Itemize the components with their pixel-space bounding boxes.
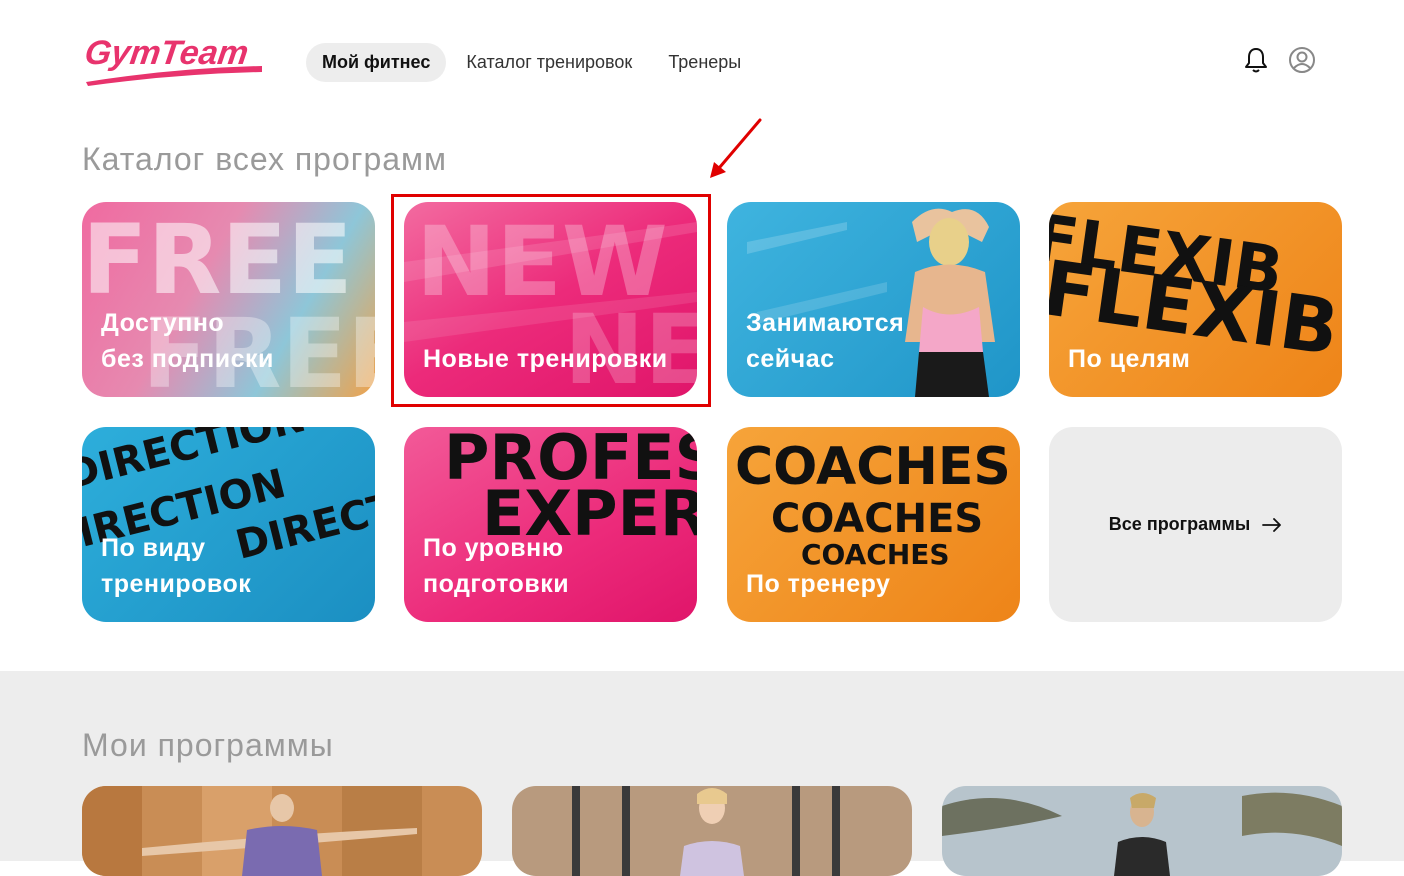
card-goals-label: По целям: [1068, 345, 1191, 373]
nav-coaches[interactable]: Тренеры: [652, 43, 757, 82]
card-coach[interactable]: COACHES COACHES COACHES По тренеру: [727, 427, 1020, 622]
nav-my-fitness[interactable]: Мой фитнес: [306, 43, 447, 82]
card-now-training[interactable]: Занимаются сейчас: [727, 202, 1020, 397]
card-new-label: Новые тренировки: [423, 345, 668, 373]
card-all-programs[interactable]: Все программы: [1049, 427, 1342, 622]
annotation-arrow-icon: [710, 118, 762, 178]
header: GymTeam Мой фитнес Каталог тренировок Тр…: [0, 0, 1404, 120]
program-card-image: [942, 786, 1342, 876]
svg-text:GymTeam: GymTeam: [84, 34, 251, 72]
card-now-label: Занимаются сейчас: [746, 309, 905, 373]
main-nav: Мой фитнес Каталог тренировок Тренеры: [306, 43, 757, 82]
catalog-title: Каталог всех программ: [82, 141, 448, 177]
card-coach-bg-word-3: COACHES: [801, 538, 950, 571]
all-programs-link[interactable]: Все программы: [1109, 514, 1282, 535]
card-coach-label: По тренеру: [746, 570, 891, 598]
gymteam-logo[interactable]: GymTeam: [82, 32, 266, 88]
card-goals[interactable]: FLEXIB FLEXIB По целям: [1049, 202, 1342, 397]
program-card-image: [82, 786, 482, 876]
arrow-right-icon: [1262, 517, 1282, 532]
card-level-label: По уровню подготовки: [423, 534, 570, 598]
all-programs-label: Все программы: [1108, 514, 1251, 534]
gymteam-logo-graphic: GymTeam: [82, 34, 262, 86]
card-coach-bg-word-2: COACHES: [771, 496, 984, 542]
card-free-label: Доступно без подписки: [101, 309, 274, 373]
program-card-image: [512, 786, 912, 876]
nav-catalog[interactable]: Каталог тренировок: [450, 43, 648, 82]
card-new[interactable]: NEW NEW Новые тренировки: [404, 202, 697, 397]
program-card[interactable]: [942, 786, 1342, 876]
my-programs-section: Мои программы: [0, 671, 1404, 876]
program-card[interactable]: [82, 786, 482, 876]
card-free[interactable]: FREE FREE Доступно без подписки: [82, 202, 375, 397]
user-icon[interactable]: [1288, 46, 1316, 74]
my-programs-title: Мои программы: [82, 727, 334, 763]
bell-icon[interactable]: [1242, 46, 1270, 74]
card-coach-bg-word: COACHES: [735, 437, 1011, 497]
card-level[interactable]: PROFES EXPER По уровню подготовки: [404, 427, 697, 622]
program-card[interactable]: [512, 786, 912, 876]
card-direction[interactable]: DIRECTION DIRECTION DIRECTION По виду тр…: [82, 427, 375, 622]
card-free-bg-word: FREE: [82, 204, 353, 316]
card-direction-label: По виду тренировок: [101, 534, 252, 598]
